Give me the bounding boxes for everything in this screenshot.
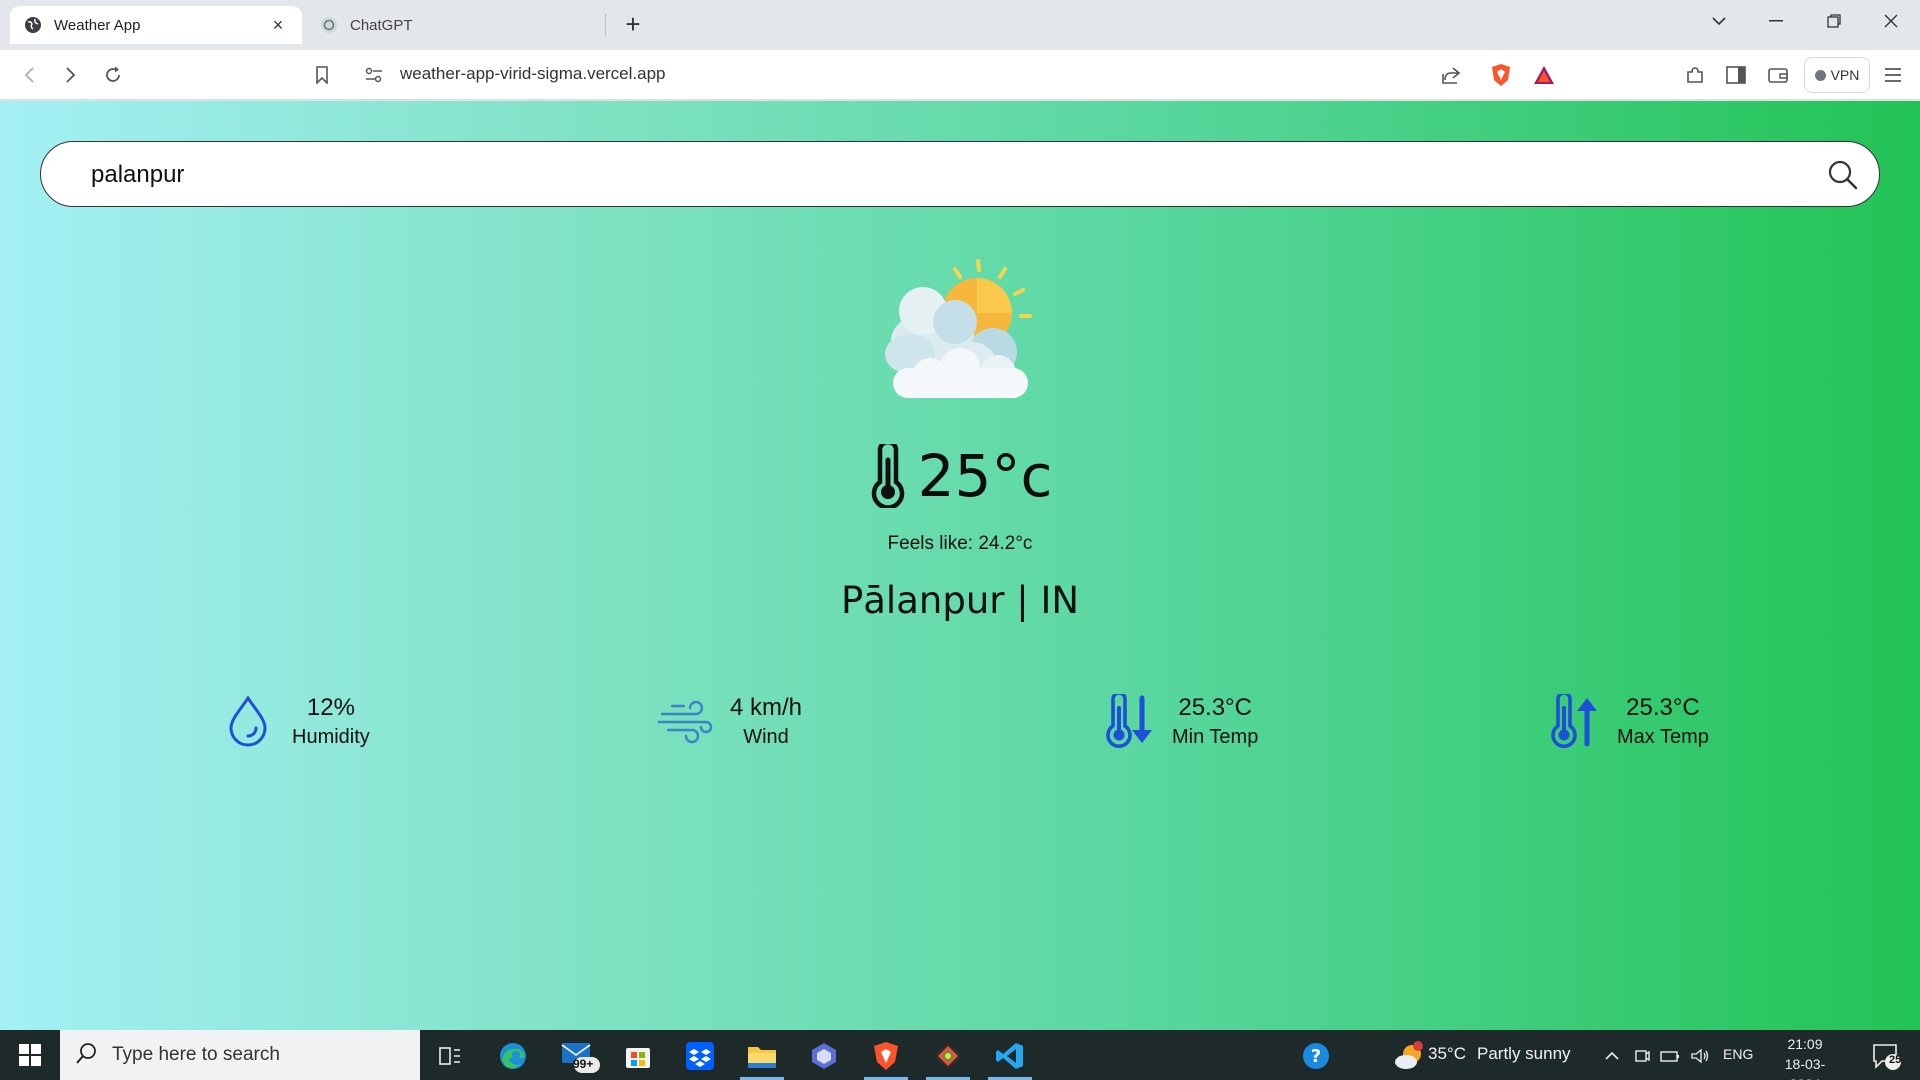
close-window-button[interactable] (1869, 6, 1913, 36)
git-app-icon[interactable] (920, 1035, 976, 1080)
forward-arrow-icon[interactable] (55, 59, 87, 91)
brave-rewards-icon[interactable] (1528, 59, 1560, 91)
taskbar-weather-desc[interactable]: Partly sunny (1477, 1044, 1571, 1064)
partly-cloudy-icon (875, 256, 1045, 401)
extensions-icon[interactable] (1679, 59, 1711, 91)
thermometer-down-icon (1098, 691, 1158, 751)
browser-tab-bar: Weather App × ChatGPT + (0, 0, 1920, 50)
dropbox-icon[interactable] (672, 1035, 728, 1077)
chatgpt-logo-icon (320, 16, 338, 34)
search-icon[interactable] (1827, 159, 1859, 191)
feels-like-label: Feels like: (887, 533, 974, 554)
wind-stat: 4 km/h Wind (656, 686, 802, 756)
search-icon (76, 1042, 98, 1069)
thermometer-up-icon (1543, 691, 1603, 751)
microsoft-store-icon[interactable] (610, 1035, 666, 1077)
city-search-input[interactable] (91, 156, 1791, 194)
min-temp-value: 25.3°C (1178, 693, 1252, 721)
clock-time: 21:09 (1787, 1036, 1823, 1052)
globe-icon (24, 16, 42, 34)
min-temp-stat: 25.3°C Min Temp (1098, 686, 1258, 756)
bookmark-icon[interactable] (306, 59, 338, 91)
taskbar-search-box[interactable]: Type here to search (60, 1030, 420, 1080)
taskbar-weather-temp[interactable]: 35°C (1428, 1044, 1466, 1064)
city-search-bar (40, 141, 1880, 207)
wind-icon (656, 691, 716, 751)
sidebar-icon[interactable] (1720, 59, 1752, 91)
reload-icon[interactable] (97, 59, 129, 91)
mail-icon[interactable]: 99+ (552, 1035, 608, 1077)
vpn-status-icon (1814, 69, 1826, 81)
humidity-stat: 12% Humidity (218, 686, 370, 756)
task-view-icon[interactable] (422, 1035, 478, 1077)
notification-center-icon[interactable]: 25 (1858, 1035, 1914, 1077)
menu-icon[interactable] (1877, 59, 1909, 91)
file-explorer-icon[interactable] (734, 1035, 790, 1080)
battery-icon[interactable] (1656, 1035, 1684, 1077)
wind-value: 4 km/h (730, 693, 803, 721)
droplet-icon (218, 691, 278, 751)
windows-taskbar: Type here to search 99+ ? 35°C Partly su… (0, 1030, 1920, 1080)
clock-date: 18-03-2024 (1784, 1056, 1826, 1080)
windows-start-icon[interactable] (0, 1030, 60, 1080)
thermometer-icon (868, 439, 908, 510)
current-temperature: 25°c (917, 442, 1053, 510)
tab-title: Weather App (54, 16, 141, 34)
notification-count: 25 (1889, 1054, 1902, 1066)
temperature-row: 25°c (0, 439, 1920, 511)
clock[interactable]: 21:09 18-03-2024 (1770, 1034, 1840, 1080)
vpn-label: VPN (1830, 67, 1860, 83)
tab-weather-app[interactable]: Weather App × (10, 6, 302, 44)
tab-chatgpt[interactable]: ChatGPT (306, 6, 606, 44)
brave-shields-icon[interactable] (1485, 59, 1517, 91)
location-name: Pālanpur | IN (840, 579, 1080, 622)
help-icon[interactable]: ? (1288, 1035, 1344, 1077)
svg-text:?: ? (1311, 1046, 1321, 1067)
weather-page: 25°c Feels like: 24.2°c Pālanpur | IN 12… (0, 101, 1920, 1030)
wallet-icon[interactable] (1762, 59, 1794, 91)
tab-separator (605, 14, 606, 36)
restore-button[interactable] (1812, 6, 1856, 36)
max-temp-label: Max Temp (1617, 725, 1709, 748)
site-settings-icon[interactable] (358, 59, 390, 91)
url-text[interactable]: weather-app-virid-sigma.vercel.app (400, 64, 666, 84)
bing-chat-icon[interactable] (796, 1035, 852, 1077)
humidity-value: 12% (306, 693, 355, 721)
share-icon[interactable] (1435, 59, 1467, 91)
language-indicator[interactable]: ENG (1723, 1046, 1753, 1062)
meet-now-icon[interactable] (1628, 1035, 1656, 1077)
max-temp-stat: 25.3°C Max Temp (1543, 686, 1709, 756)
vpn-button[interactable]: VPN (1804, 57, 1870, 93)
edge-browser-icon[interactable] (485, 1035, 541, 1077)
brave-browser-icon[interactable] (858, 1035, 914, 1080)
browser-toolbar: weather-app-virid-sigma.vercel.app VPN (0, 50, 1920, 100)
feels-like-text: Feels like: 24.2°c (0, 533, 1920, 555)
mail-badge: 99+ (573, 1057, 594, 1071)
new-tab-button[interactable]: + (618, 10, 648, 40)
vscode-icon[interactable] (982, 1035, 1038, 1080)
taskbar-search-placeholder: Type here to search (112, 1044, 280, 1065)
tab-search-chevron-icon[interactable] (1697, 6, 1741, 36)
minimize-button[interactable] (1754, 6, 1798, 36)
wind-label: Wind (743, 725, 789, 748)
max-temp-value: 25.3°C (1626, 693, 1700, 721)
tab-title: ChatGPT (350, 16, 413, 34)
back-arrow-icon[interactable] (13, 59, 45, 91)
humidity-label: Humidity (292, 725, 370, 748)
volume-icon[interactable] (1686, 1035, 1714, 1077)
feels-like-value: 24.2°c (978, 533, 1033, 554)
close-tab-icon[interactable]: × (268, 15, 288, 36)
chevron-up-icon[interactable] (1598, 1035, 1626, 1077)
min-temp-label: Min Temp (1172, 725, 1259, 748)
